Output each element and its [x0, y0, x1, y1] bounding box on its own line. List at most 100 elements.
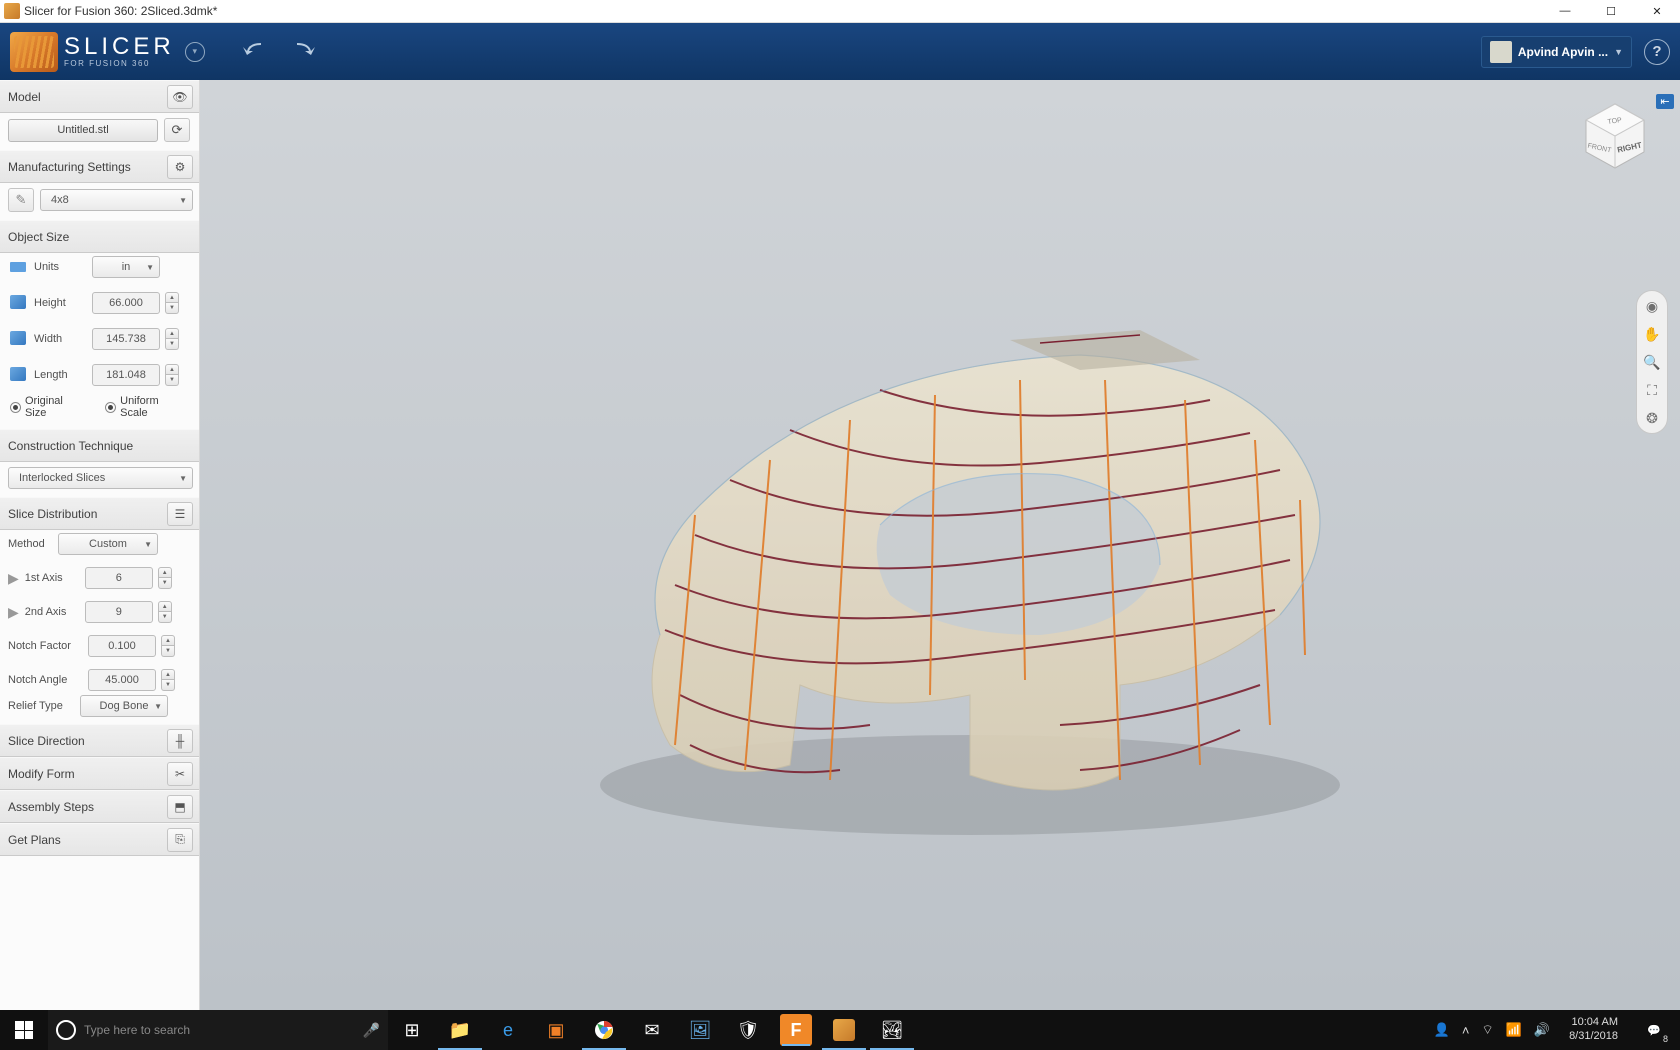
height-spinner[interactable]: ▲▼	[165, 292, 179, 314]
axis2-spinner[interactable]: ▲▼	[158, 601, 172, 623]
volume-icon[interactable]: 🔊	[1531, 1022, 1553, 1038]
tray-overflow-icon[interactable]: ˄	[1459, 1023, 1473, 1038]
steps-icon: ⬒	[174, 800, 185, 814]
people-icon[interactable]: 👤	[1431, 1022, 1453, 1038]
uniform-scale-label: Uniform Scale	[120, 395, 189, 419]
length-spinner[interactable]: ▲▼	[165, 364, 179, 386]
action-center-button[interactable]: 💬8	[1634, 1010, 1674, 1050]
taskbar-clock[interactable]: 10:04 AM 8/31/2018	[1559, 1016, 1628, 1044]
gear-icon: ⚙	[175, 160, 186, 174]
slice-dist-tool-button[interactable]: ☰	[167, 502, 193, 526]
notch-angle-input[interactable]: 45.000	[88, 669, 156, 691]
get-plans-button[interactable]: ⎘	[167, 828, 193, 852]
length-cube-icon	[10, 367, 26, 381]
clock-time: 10:04 AM	[1569, 1016, 1618, 1030]
edge-taskbar-icon[interactable]: e	[484, 1010, 532, 1050]
orbit-tool[interactable]: ◉	[1641, 295, 1663, 317]
chrome-taskbar-icon[interactable]	[580, 1010, 628, 1050]
orbit-constrained-tool[interactable]: ❂	[1641, 407, 1663, 429]
app-titlebar-icon	[4, 3, 20, 19]
uniform-scale-radio[interactable]: Uniform Scale	[105, 395, 189, 419]
panel-manufacturing-header[interactable]: Manufacturing Settings ⚙	[0, 150, 199, 183]
security-taskbar-icon[interactable]: 🛡	[724, 1010, 772, 1050]
panel-assembly-steps[interactable]: Assembly Steps ⬒	[0, 790, 199, 823]
modify-form-button[interactable]: ✂	[167, 762, 193, 786]
panel-model-header[interactable]: Model 👁	[0, 80, 199, 113]
units-select[interactable]: in ▼	[92, 256, 160, 278]
notch-factor-spinner[interactable]: ▲▼	[161, 635, 175, 657]
window-close-button[interactable]: ✕	[1634, 0, 1680, 22]
modify-form-label: Modify Form	[8, 767, 75, 781]
view-cube[interactable]: TOP FRONT RIGHT	[1578, 98, 1652, 172]
notch-angle-spinner[interactable]: ▲▼	[161, 669, 175, 691]
zoom-tool[interactable]: 🔍	[1641, 351, 1663, 373]
ruler-icon	[10, 262, 26, 272]
panel-model-label: Model	[8, 90, 41, 104]
model-file-button[interactable]: Untitled.stl	[8, 119, 158, 142]
relief-type-label: Relief Type	[8, 700, 74, 712]
redo-button[interactable]	[289, 39, 317, 64]
image-viewer-taskbar-icon[interactable]: 🏞	[868, 1010, 916, 1050]
fit-tool[interactable]: ⛶	[1641, 379, 1663, 401]
axis2-input[interactable]: 9	[85, 601, 153, 623]
axis1-play-icon[interactable]: ▶	[8, 570, 19, 587]
assembly-steps-button[interactable]: ⬒	[167, 795, 193, 819]
construction-technique-select[interactable]: Interlocked Slices ▼	[8, 467, 193, 489]
window-minimize-button[interactable]: —	[1542, 0, 1588, 22]
length-label: Length	[34, 369, 86, 381]
undo-button[interactable]	[241, 39, 269, 64]
taskbar-search[interactable]: Type here to search 🎤	[48, 1010, 388, 1050]
width-spinner[interactable]: ▲▼	[165, 328, 179, 350]
height-label: Height	[34, 297, 86, 309]
mic-icon: 🎤	[363, 1022, 380, 1039]
slicer-taskbar-icon[interactable]	[820, 1010, 868, 1050]
task-view-button[interactable]: ⊞	[388, 1010, 436, 1050]
manufacturing-edit-button[interactable]: ✎	[8, 188, 34, 212]
manufacturing-settings-button[interactable]: ⚙	[167, 155, 193, 179]
model-visibility-button[interactable]: 👁	[167, 85, 193, 109]
model-reload-button[interactable]: ⟳	[164, 118, 190, 142]
original-size-label: Original Size	[25, 395, 87, 419]
3d-viewport[interactable]: ⇤ TOP FRONT RIGHT ◉ ✋ 🔍 ⛶ ❂	[200, 80, 1680, 1010]
photos-taskbar-icon[interactable]: 🖼	[676, 1010, 724, 1050]
fusion360-taskbar-icon[interactable]: F	[780, 1014, 812, 1046]
axis1-spinner[interactable]: ▲▼	[158, 567, 172, 589]
taskbar-apps: ⊞ 📁 e ▣ ✉ 🖼 🛡 F 🏞	[388, 1010, 916, 1050]
app-menu-dropdown[interactable]: ▾	[185, 42, 205, 62]
chevron-down-icon: ▼	[179, 196, 187, 205]
help-button[interactable]: ?	[1644, 39, 1670, 65]
panel-slice-dist-label: Slice Distribution	[8, 507, 97, 521]
pan-tool[interactable]: ✋	[1641, 323, 1663, 345]
panel-construction-header[interactable]: Construction Technique	[0, 429, 199, 462]
axis2-play-icon[interactable]: ▶	[8, 604, 19, 621]
panel-slice-dist-header[interactable]: Slice Distribution ☰	[0, 497, 199, 530]
original-size-radio[interactable]: Original Size	[10, 395, 87, 419]
construction-technique-value: Interlocked Slices	[19, 472, 105, 484]
axis1-input[interactable]: 6	[85, 567, 153, 589]
notch-factor-input[interactable]: 0.100	[88, 635, 156, 657]
movies-taskbar-icon[interactable]: ▣	[532, 1010, 580, 1050]
width-input[interactable]: 145.738	[92, 328, 160, 350]
window-maximize-button[interactable]: ☐	[1588, 0, 1634, 22]
wifi-icon[interactable]: 📶	[1503, 1022, 1525, 1038]
manufacturing-preset-select[interactable]: 4x8 ▼	[40, 189, 193, 211]
panel-get-plans[interactable]: Get Plans ⎘	[0, 823, 199, 856]
slice-direction-button[interactable]: ╫	[167, 729, 193, 753]
panel-manufacturing-label: Manufacturing Settings	[8, 160, 131, 174]
start-button[interactable]	[0, 1010, 48, 1050]
manufacturing-preset-value: 4x8	[51, 194, 69, 206]
height-input[interactable]: 66.000	[92, 292, 160, 314]
user-account-button[interactable]: Apvind Apvin ... ▼	[1481, 36, 1632, 68]
panel-modify-form[interactable]: Modify Form ✂	[0, 757, 199, 790]
chevron-down-icon: ▼	[144, 540, 152, 549]
bluetooth-icon[interactable]: ⌔	[1478, 1022, 1496, 1038]
mail-taskbar-icon[interactable]: ✉	[628, 1010, 676, 1050]
panel-slice-direction[interactable]: Slice Direction ╫	[0, 724, 199, 757]
viewport-nav-tools: ◉ ✋ 🔍 ⛶ ❂	[1636, 290, 1668, 434]
panel-object-size-header[interactable]: Object Size	[0, 220, 199, 253]
length-input[interactable]: 181.048	[92, 364, 160, 386]
relief-type-select[interactable]: Dog Bone ▼	[80, 695, 168, 717]
viewcube-collapse-button[interactable]: ⇤	[1656, 94, 1674, 109]
method-select[interactable]: Custom ▼	[58, 533, 158, 555]
file-explorer-taskbar-icon[interactable]: 📁	[436, 1010, 484, 1050]
